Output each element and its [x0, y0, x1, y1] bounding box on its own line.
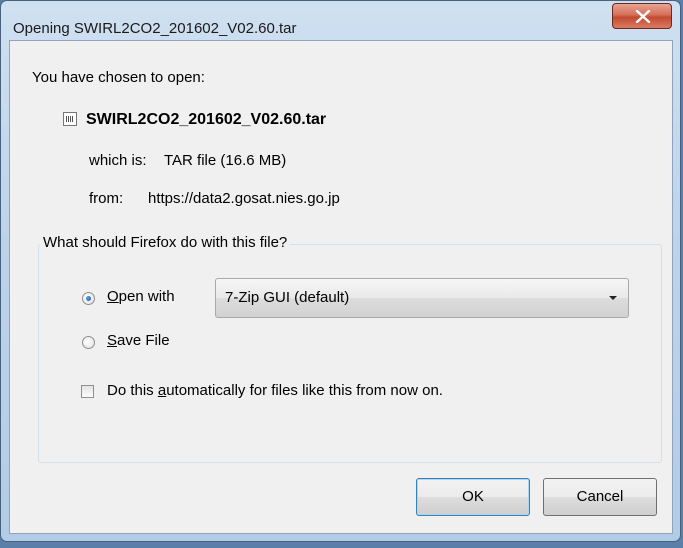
- from-label: from:: [89, 190, 124, 207]
- title-bar[interactable]: Opening SWIRL2CO2_201602_V02.60.tar: [1, 1, 680, 39]
- auto-checkbox-label[interactable]: Do this automatically for files like thi…: [107, 382, 443, 399]
- dialog-content: You have chosen to open: SWIRL2CO2_20160…: [9, 40, 673, 534]
- save-file-mnemonic: S: [107, 332, 118, 349]
- group-legend: What should Firefox do with this file?: [40, 234, 291, 251]
- open-with-radio[interactable]: [82, 292, 95, 305]
- auto-label-after: utomatically for files like this from no…: [166, 382, 443, 399]
- auto-checkbox[interactable]: [81, 385, 94, 398]
- save-file-label-rest: ave File: [117, 332, 170, 349]
- save-file-radio[interactable]: [82, 336, 95, 349]
- action-groupbox: [38, 244, 662, 463]
- open-with-label[interactable]: Open with: [107, 288, 175, 305]
- open-with-mnemonic: O: [107, 288, 119, 305]
- close-x-icon: [635, 10, 651, 23]
- ok-button[interactable]: OK: [416, 478, 530, 516]
- auto-label-before: Do this: [107, 382, 158, 399]
- source-url: https://data2.gosat.nies.go.jp: [148, 190, 340, 207]
- file-type-value: TAR file (16.6 MB): [164, 152, 287, 169]
- save-file-label[interactable]: Save File: [107, 332, 170, 349]
- dialog-window: Opening SWIRL2CO2_201602_V02.60.tar You …: [0, 0, 681, 542]
- application-select-value: 7-Zip GUI (default): [225, 289, 350, 306]
- filename: SWIRL2CO2_201602_V02.60.tar: [86, 111, 327, 128]
- which-is-label: which is:: [89, 152, 147, 169]
- archive-file-icon: [63, 112, 77, 126]
- open-with-label-rest: pen with: [118, 288, 175, 305]
- window-title: Opening SWIRL2CO2_201602_V02.60.tar: [13, 20, 297, 37]
- application-select[interactable]: 7-Zip GUI (default): [215, 278, 629, 318]
- chevron-down-icon: [609, 296, 617, 300]
- cancel-button[interactable]: Cancel: [543, 478, 657, 516]
- intro-text: You have chosen to open:: [32, 69, 205, 86]
- close-button[interactable]: [612, 3, 672, 29]
- auto-mnemonic: a: [157, 382, 167, 399]
